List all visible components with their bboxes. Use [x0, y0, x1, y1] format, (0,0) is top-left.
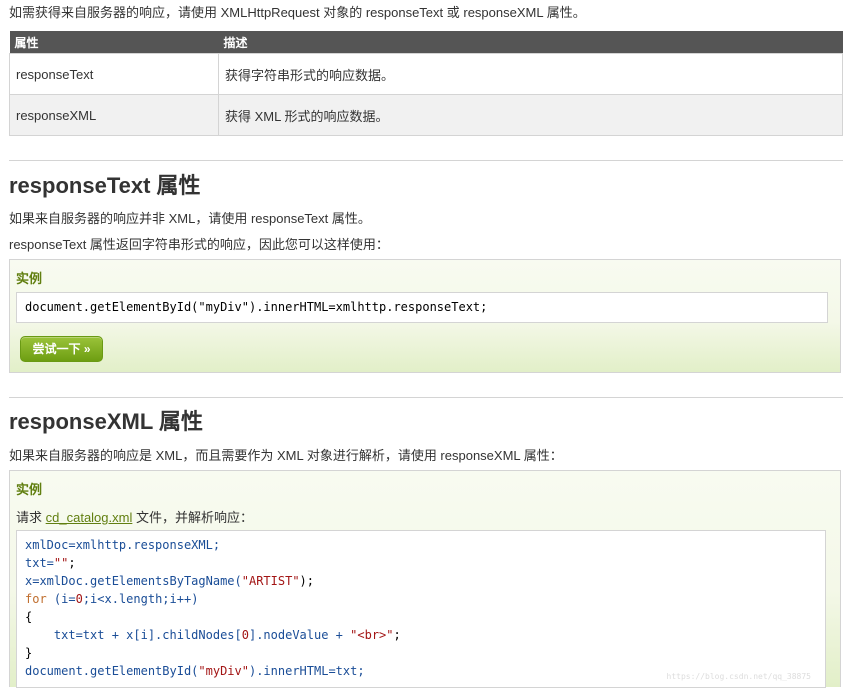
request-prefix: 请求 — [16, 510, 43, 525]
code-line: x=xmlDoc.getElementsByTagName("ARTIST"); — [25, 574, 314, 588]
code-line: for (i=0;i<x.length;i++) — [25, 592, 199, 606]
section1-paragraph-1: 如果来自服务器的响应并非 XML，请使用 responseText 属性。 — [9, 211, 371, 226]
code-line: document.getElementById("myDiv").innerHT… — [25, 300, 488, 314]
table-cell-property: responseText — [9, 53, 219, 95]
section2-paragraph-1: 如果来自服务器的响应是 XML，而且需要作为 XML 对象进行解析，请使用 re… — [9, 448, 563, 463]
table-row: responseXML 获得 XML 形式的响应数据。 — [9, 94, 843, 136]
table-header-property: 属性 — [9, 31, 219, 54]
intro-text: 如需获得来自服务器的响应，请使用 XMLHttpRequest 对象的 resp… — [9, 5, 586, 20]
table-cell-property: responseXML — [9, 94, 219, 136]
watermark: https://blog.csdn.net/qq_38875 — [666, 672, 812, 681]
table-cell-description: 获得 XML 形式的响应数据。 — [218, 94, 843, 136]
example-box-responsetext: 实例 document.getElementById("myDiv").inne… — [9, 259, 841, 373]
table-cell-description: 获得字符串形式的响应数据。 — [218, 53, 843, 95]
table-header-row: 属性 描述 — [9, 31, 843, 54]
section-title-responsetext: responseText 属性 — [9, 173, 201, 198]
code-line: txt=txt + x[i].childNodes[0].nodeValue +… — [25, 628, 401, 642]
example-title: 实例 — [16, 271, 43, 286]
code-block: document.getElementById("myDiv").innerHT… — [16, 292, 828, 323]
code-line: xmlDoc=xmlhttp.responseXML; — [25, 538, 221, 552]
request-suffix: 文件，并解析响应： — [135, 510, 253, 525]
code-line: txt=""; — [25, 556, 76, 570]
try-it-button[interactable]: 尝试一下 » — [20, 336, 103, 362]
section-title-responsexml: responseXML 属性 — [9, 409, 203, 434]
section-divider — [9, 160, 843, 161]
code-block: xmlDoc=xmlhttp.responseXML; txt=""; x=xm… — [16, 530, 826, 688]
example-title: 实例 — [16, 482, 43, 497]
code-line: } — [25, 646, 33, 660]
cd-catalog-link[interactable]: cd_catalog.xml — [46, 510, 133, 525]
table-header-description: 描述 — [218, 31, 843, 54]
property-table: 属性 描述 responseText 获得字符串形式的响应数据。 respons… — [9, 31, 843, 136]
example-box-responsexml: 实例 请求 cd_catalog.xml 文件，并解析响应： xmlDoc=xm… — [9, 470, 841, 688]
section-divider — [9, 397, 843, 398]
code-line: { — [25, 610, 33, 624]
request-line: 请求 cd_catalog.xml 文件，并解析响应： — [16, 507, 253, 526]
table-row: responseText 获得字符串形式的响应数据。 — [9, 53, 843, 95]
section1-paragraph-2: responseText 属性返回字符串形式的响应，因此您可以这样使用： — [9, 237, 389, 252]
